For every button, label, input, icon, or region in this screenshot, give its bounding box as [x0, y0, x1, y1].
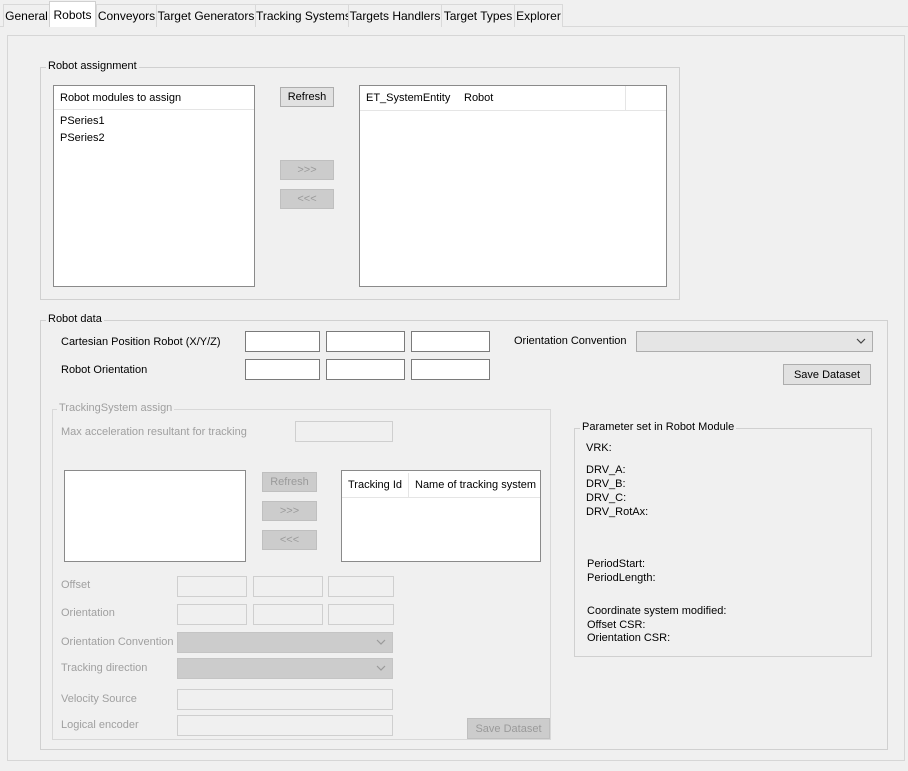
offset-y-input[interactable] [253, 576, 323, 597]
unassign-robot-button[interactable]: <<< [280, 189, 334, 209]
table-header-divider [360, 110, 666, 111]
coordinate-system-modified-label: Coordinate system modified: [587, 605, 727, 617]
robot-modules-list-header: Robot modules to assign [54, 86, 254, 110]
save-dataset-button[interactable]: Save Dataset [783, 364, 871, 385]
velocity-source-input[interactable] [177, 689, 393, 710]
tab-tracking-systems[interactable]: Tracking Systems [255, 4, 351, 27]
tracking-orientation-b-input[interactable] [253, 604, 323, 625]
assigned-robots-table[interactable]: ET_SystemEntity Robot [359, 85, 667, 287]
cartesian-y-input[interactable] [326, 331, 405, 352]
cartesian-z-input[interactable] [411, 331, 490, 352]
tracking-direction-dropdown[interactable] [177, 658, 393, 679]
cartesian-x-input[interactable] [245, 331, 320, 352]
orientation-a-input[interactable] [245, 359, 320, 380]
tab-explorer[interactable]: Explorer [514, 4, 563, 27]
list-item[interactable]: PSeries2 [60, 130, 105, 146]
tab-bar: General Robots Conveyors Target Generato… [0, 0, 908, 27]
parameter-set-title: Parameter set in Robot Module [580, 421, 737, 434]
tab-general[interactable]: General [3, 4, 50, 27]
column-header-tracking-name[interactable]: Name of tracking system [409, 473, 540, 497]
tracking-systems-available-list[interactable] [64, 470, 246, 562]
robot-data-title: Robot data [46, 313, 104, 326]
tab-targets-handlers[interactable]: Targets Handlers [348, 4, 442, 27]
drv-c-label: DRV_C: [586, 492, 627, 504]
tracking-orientation-convention-dropdown[interactable] [177, 632, 393, 653]
chevron-down-icon [376, 639, 386, 645]
cartesian-position-label: Cartesian Position Robot (X/Y/Z) [61, 336, 221, 348]
drv-rotax-label: DRV_RotAx: [586, 506, 649, 518]
orientation-convention-label: Orientation Convention [514, 335, 627, 347]
logical-encoder-input[interactable] [177, 715, 393, 736]
chevron-down-icon [376, 665, 386, 671]
tab-robots[interactable]: Robots [49, 1, 96, 27]
tracking-system-assign-title: TrackingSystem assign [57, 402, 175, 415]
velocity-source-label: Velocity Source [61, 693, 137, 705]
tracking-save-dataset-button[interactable]: Save Dataset [467, 718, 550, 739]
offset-z-input[interactable] [328, 576, 394, 597]
period-start-label: PeriodStart: [587, 558, 646, 570]
tracking-assigned-table[interactable]: Tracking Id Name of tracking system [341, 470, 541, 562]
tab-target-generators[interactable]: Target Generators [156, 4, 256, 27]
list-item[interactable]: PSeries1 [60, 113, 105, 129]
tracking-orientation-convention-label: Orientation Convention [61, 636, 174, 648]
column-header-empty[interactable] [626, 86, 666, 110]
assign-tracking-button[interactable]: >>> [262, 501, 317, 521]
robot-modules-list[interactable]: Robot modules to assign PSeries1 PSeries… [53, 85, 255, 287]
refresh-robots-button[interactable]: Refresh [280, 87, 334, 107]
offset-label: Offset [61, 579, 91, 591]
chevron-down-icon [856, 338, 866, 344]
robot-orientation-label: Robot Orientation [61, 364, 148, 376]
orientation-csr-label: Orientation CSR: [587, 632, 671, 644]
column-header-tracking-id[interactable]: Tracking Id [342, 473, 409, 497]
refresh-tracking-button[interactable]: Refresh [262, 472, 317, 492]
drv-b-label: DRV_B: [586, 478, 626, 490]
vrk-label: VRK: [586, 442, 612, 454]
tracking-orientation-label: Orientation [61, 607, 115, 619]
max-acceleration-input[interactable] [295, 421, 393, 442]
orientation-convention-dropdown[interactable] [636, 331, 873, 352]
logical-encoder-label: Logical encoder [61, 719, 139, 731]
offset-x-input[interactable] [177, 576, 247, 597]
offset-csr-label: Offset CSR: [587, 619, 646, 631]
drv-a-label: DRV_A: [586, 464, 626, 476]
orientation-b-input[interactable] [326, 359, 405, 380]
robot-assignment-title: Robot assignment [46, 60, 139, 73]
tracking-direction-label: Tracking direction [61, 662, 148, 674]
orientation-c-input[interactable] [411, 359, 490, 380]
tracking-orientation-c-input[interactable] [328, 604, 394, 625]
column-header-et-systementity[interactable]: ET_SystemEntity [360, 86, 459, 110]
tracking-orientation-a-input[interactable] [177, 604, 247, 625]
table-header-divider [342, 497, 540, 498]
assign-robot-button[interactable]: >>> [280, 160, 334, 180]
max-acceleration-label: Max acceleration resultant for tracking [61, 426, 247, 438]
tab-conveyors[interactable]: Conveyors [96, 4, 157, 27]
period-length-label: PeriodLength: [587, 572, 656, 584]
tab-target-types[interactable]: Target Types [441, 4, 515, 27]
unassign-tracking-button[interactable]: <<< [262, 530, 317, 550]
column-header-robot[interactable]: Robot [458, 86, 626, 110]
